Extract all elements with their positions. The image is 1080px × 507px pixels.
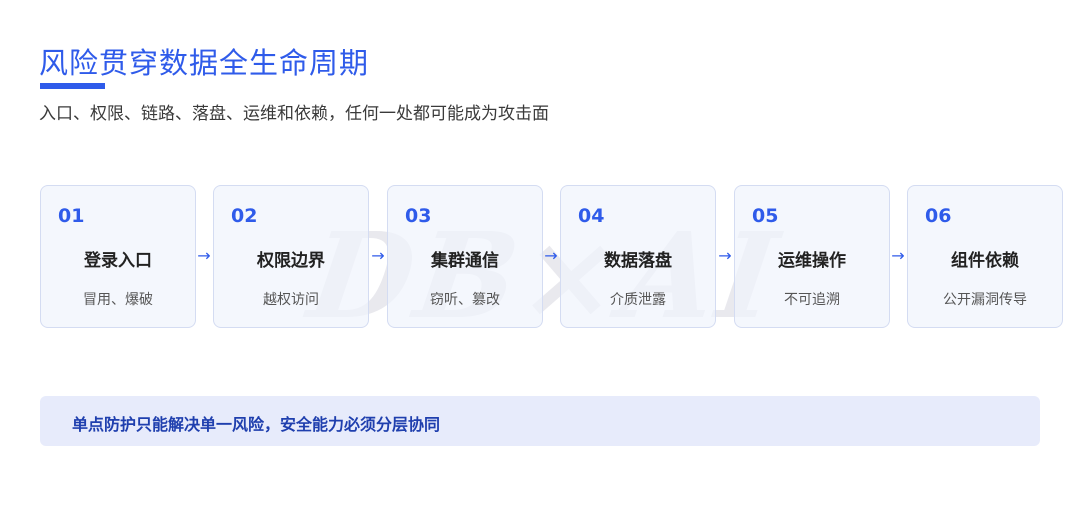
arrow-right-icon: → bbox=[891, 246, 905, 265]
step-number: 03 bbox=[405, 205, 432, 227]
step-title: 运维操作 bbox=[778, 251, 846, 271]
step-title: 登录入口 bbox=[84, 251, 152, 271]
step-number: 02 bbox=[231, 205, 258, 227]
title-underline bbox=[40, 83, 105, 89]
conclusion-text: 单点防护只能解决单一风险，安全能力必须分层协同 bbox=[72, 415, 441, 434]
page-title: 风险贯穿数据全生命周期 bbox=[39, 46, 370, 80]
step-number: 04 bbox=[578, 205, 605, 227]
page-subtitle: 入口、权限、链路、落盘、运维和依赖，任何一处都可能成为攻击面 bbox=[39, 104, 549, 124]
step-title: 集群通信 bbox=[431, 251, 499, 271]
arrow-right-icon: → bbox=[544, 246, 558, 265]
step-number: 05 bbox=[752, 205, 779, 227]
arrow-right-icon: → bbox=[718, 246, 732, 265]
step-risk: 介质泄露 bbox=[610, 292, 666, 308]
step-risk: 窃听、篡改 bbox=[430, 292, 500, 308]
arrow-right-icon: → bbox=[197, 246, 211, 265]
step-card-login: 01 登录入口 冒用、爆破 bbox=[40, 185, 196, 328]
step-title: 权限边界 bbox=[257, 251, 325, 271]
step-number: 01 bbox=[58, 205, 85, 227]
step-card-cluster: 03 集群通信 窃听、篡改 bbox=[387, 185, 543, 328]
step-card-storage: 04 数据落盘 介质泄露 bbox=[560, 185, 716, 328]
arrow-right-icon: → bbox=[371, 246, 385, 265]
step-number: 06 bbox=[925, 205, 952, 227]
step-title: 组件依赖 bbox=[951, 251, 1019, 271]
step-risk: 不可追溯 bbox=[784, 292, 840, 308]
step-title: 数据落盘 bbox=[604, 251, 672, 271]
step-card-dependency: 06 组件依赖 公开漏洞传导 bbox=[907, 185, 1063, 328]
step-risk: 冒用、爆破 bbox=[83, 292, 153, 308]
step-risk: 越权访问 bbox=[263, 292, 319, 308]
step-risk: 公开漏洞传导 bbox=[943, 292, 1027, 308]
conclusion-callout: 单点防护只能解决单一风险，安全能力必须分层协同 bbox=[40, 396, 1040, 446]
step-card-ops: 05 运维操作 不可追溯 bbox=[734, 185, 890, 328]
step-card-permission: 02 权限边界 越权访问 bbox=[213, 185, 369, 328]
